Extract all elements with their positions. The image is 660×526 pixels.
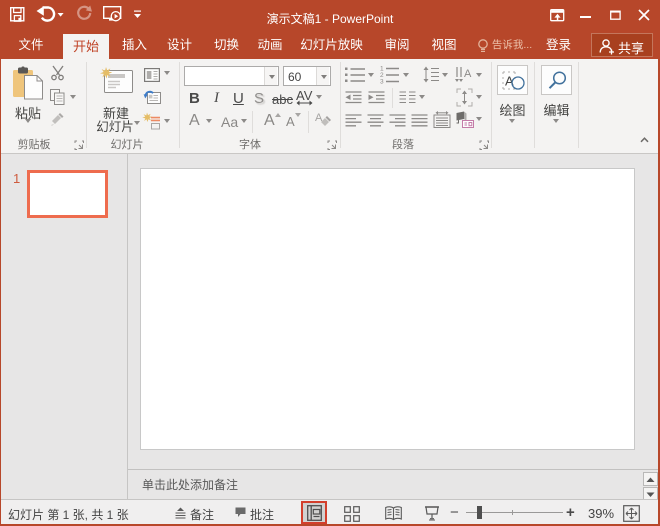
- svg-text:3: 3: [380, 79, 384, 85]
- svg-text:A: A: [464, 68, 472, 80]
